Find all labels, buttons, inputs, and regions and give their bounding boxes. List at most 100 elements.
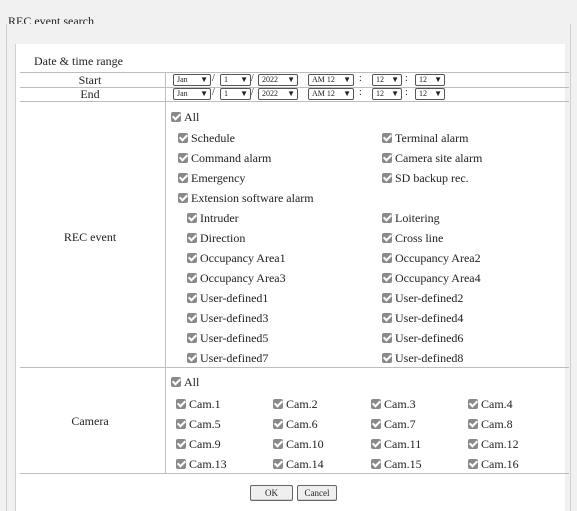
- date-separator: /: [251, 73, 254, 84]
- end-label: End: [80, 87, 100, 101]
- start-month-select[interactable]: Jan ▼: [173, 74, 211, 86]
- divider: [20, 367, 569, 368]
- camera-site-alarm-checkbox[interactable]: Camera site alarm: [382, 151, 482, 165]
- checkbox-checked-icon: [187, 293, 197, 303]
- user-defined5-checkbox[interactable]: User-defined5: [187, 331, 268, 345]
- checkbox-checked-icon: [382, 153, 392, 163]
- cam-9-checkbox[interactable]: Cam.9: [176, 437, 221, 451]
- checkbox-checked-icon: [273, 419, 283, 429]
- cam-13-checkbox[interactable]: Cam.13: [176, 457, 227, 471]
- checkbox-checked-icon: [187, 273, 197, 283]
- user-defined7-checkbox[interactable]: User-defined7: [187, 351, 268, 365]
- end-month-select[interactable]: Jan ▼: [173, 88, 211, 100]
- date-separator: /: [251, 87, 254, 98]
- extension-software-alarm-checkbox[interactable]: Extension software alarm: [178, 191, 314, 205]
- chevron-down-icon: ▼: [343, 75, 351, 84]
- occupancy-area2-checkbox[interactable]: Occupancy Area2: [382, 251, 481, 265]
- date-separator: /: [212, 87, 215, 98]
- chevron-down-icon: ▼: [240, 89, 248, 98]
- camera-all-checkbox[interactable]: All: [171, 375, 199, 389]
- cam-16-checkbox[interactable]: Cam.16: [468, 457, 519, 471]
- sd-backup-rec-checkbox[interactable]: SD backup rec.: [382, 171, 469, 185]
- schedule-checkbox[interactable]: Schedule: [178, 131, 235, 145]
- user-defined8-checkbox[interactable]: User-defined8: [382, 351, 463, 365]
- checkbox-checked-icon: [382, 293, 392, 303]
- time-separator: :: [405, 87, 408, 98]
- start-day-select[interactable]: 1 ▼: [220, 74, 251, 86]
- checkbox-checked-icon: [171, 377, 181, 387]
- divider: [20, 101, 569, 102]
- checkbox-checked-icon: [382, 133, 392, 143]
- loitering-checkbox[interactable]: Loitering: [382, 211, 440, 225]
- chevron-down-icon: ▼: [200, 89, 208, 98]
- chevron-down-icon: ▼: [240, 75, 248, 84]
- end-day-select[interactable]: 1 ▼: [220, 88, 251, 100]
- checkbox-checked-icon: [178, 173, 188, 183]
- checkbox-checked-icon: [382, 213, 392, 223]
- checkbox-checked-icon: [178, 153, 188, 163]
- occupancy-area1-checkbox[interactable]: Occupancy Area1: [187, 251, 286, 265]
- checkbox-checked-icon: [273, 459, 283, 469]
- checkbox-checked-icon: [382, 173, 392, 183]
- cam-6-checkbox[interactable]: Cam.6: [273, 417, 318, 431]
- start-second-select[interactable]: 12 ▼: [415, 74, 445, 86]
- start-minute-select[interactable]: 12 ▼: [372, 74, 402, 86]
- cam-3-checkbox[interactable]: Cam.3: [371, 397, 416, 411]
- cancel-button[interactable]: Cancel: [297, 485, 337, 501]
- user-defined6-checkbox[interactable]: User-defined6: [382, 331, 463, 345]
- window-title-bar: REC event search: [0, 0, 577, 28]
- cross-line-checkbox[interactable]: Cross line: [382, 231, 443, 245]
- checkbox-checked-icon: [371, 419, 381, 429]
- ok-button[interactable]: OK: [250, 485, 293, 501]
- chevron-down-icon: ▼: [391, 75, 399, 84]
- checkbox-checked-icon: [187, 213, 197, 223]
- checkbox-checked-icon: [178, 133, 188, 143]
- checkbox-checked-icon: [382, 273, 392, 283]
- checkbox-checked-icon: [371, 399, 381, 409]
- user-defined2-checkbox[interactable]: User-defined2: [382, 291, 463, 305]
- start-hour-select[interactable]: AM 12 ▼: [308, 74, 354, 86]
- cam-10-checkbox[interactable]: Cam.10: [273, 437, 324, 451]
- chevron-down-icon: ▼: [287, 89, 295, 98]
- cam-1-checkbox[interactable]: Cam.1: [176, 397, 221, 411]
- checkbox-checked-icon: [468, 419, 478, 429]
- time-separator: :: [359, 73, 362, 84]
- checkbox-checked-icon: [178, 193, 188, 203]
- cam-15-checkbox[interactable]: Cam.15: [371, 457, 422, 471]
- terminal-alarm-checkbox[interactable]: Terminal alarm: [382, 131, 468, 145]
- checkbox-checked-icon: [273, 399, 283, 409]
- cam-14-checkbox[interactable]: Cam.14: [273, 457, 324, 471]
- end-second-select[interactable]: 12 ▼: [415, 88, 445, 100]
- cam-2-checkbox[interactable]: Cam.2: [273, 397, 318, 411]
- rec-event-all-checkbox[interactable]: All: [171, 110, 199, 124]
- checkbox-checked-icon: [187, 233, 197, 243]
- end-minute-select[interactable]: 12 ▼: [372, 88, 402, 100]
- occupancy-area4-checkbox[interactable]: Occupancy Area4: [382, 271, 481, 285]
- cam-5-checkbox[interactable]: Cam.5: [176, 417, 221, 431]
- checkbox-checked-icon: [468, 439, 478, 449]
- cam-8-checkbox[interactable]: Cam.8: [468, 417, 513, 431]
- emergency-checkbox[interactable]: Emergency: [178, 171, 245, 185]
- rec-event-label: REC event: [63, 230, 117, 244]
- user-defined3-checkbox[interactable]: User-defined3: [187, 311, 268, 325]
- cam-12-checkbox[interactable]: Cam.12: [468, 437, 519, 451]
- checkbox-checked-icon: [382, 313, 392, 323]
- date-time-range-heading: Date & time range: [34, 54, 123, 68]
- time-separator: :: [359, 87, 362, 98]
- direction-checkbox[interactable]: Direction: [187, 231, 245, 245]
- checkbox-checked-icon: [187, 313, 197, 323]
- start-year-select[interactable]: 2022 ▼: [258, 74, 298, 86]
- end-year-select[interactable]: 2022 ▼: [258, 88, 298, 100]
- cam-7-checkbox[interactable]: Cam.7: [371, 417, 416, 431]
- user-defined4-checkbox[interactable]: User-defined4: [382, 311, 463, 325]
- occupancy-area3-checkbox[interactable]: Occupancy Area3: [187, 271, 286, 285]
- cam-11-checkbox[interactable]: Cam.11: [371, 437, 421, 451]
- user-defined1-checkbox[interactable]: User-defined1: [187, 291, 268, 305]
- chevron-down-icon: ▼: [200, 75, 208, 84]
- end-hour-select[interactable]: AM 12 ▼: [308, 88, 354, 100]
- checkbox-checked-icon: [176, 399, 186, 409]
- cam-4-checkbox[interactable]: Cam.4: [468, 397, 513, 411]
- camera-label: Camera: [71, 414, 109, 428]
- intruder-checkbox[interactable]: Intruder: [187, 211, 239, 225]
- command-alarm-checkbox[interactable]: Command alarm: [178, 151, 271, 165]
